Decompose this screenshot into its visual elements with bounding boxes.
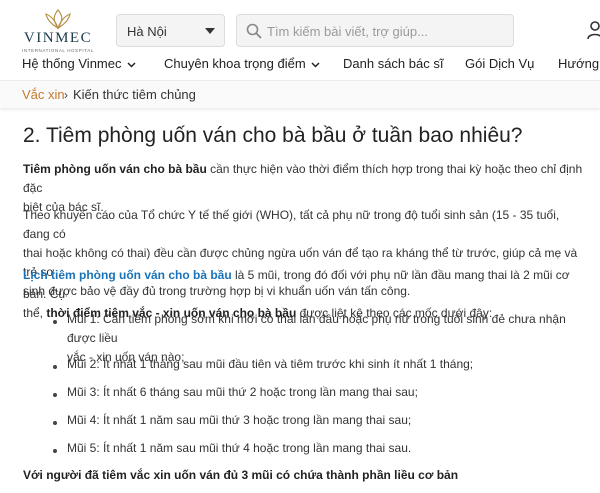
search-input[interactable] (267, 21, 507, 41)
logo-wordmark: VINMEC (23, 30, 93, 46)
list-item: Mũi 3: Ít nhất 6 tháng sau mũi thứ 2 hoặ… (67, 383, 583, 402)
nav-item-goi-dich-vu[interactable]: Gói Dịch Vụ (465, 56, 534, 71)
chevron-down-icon (311, 62, 320, 68)
nav-item-he-thong-vinmec[interactable]: Hệ thống Vinmec (22, 56, 136, 71)
section-heading: 2. Tiêm phòng uốn ván cho bà bầu ở tuần … (23, 124, 523, 147)
caret-down-icon (205, 28, 215, 34)
nav-item-label: Gói Dịch Vụ (465, 56, 535, 71)
bullet-dot (53, 393, 57, 397)
breadcrumb: Vắc xin › Kiến thức tiêm chủng (0, 80, 600, 108)
list-item-text: Mũi 2: Ít nhất 1 tháng sau mũi đầu tiên … (67, 357, 474, 371)
vinmec-logo[interactable]: VINMEC INTERNATIONAL HOSPITAL (18, 8, 98, 54)
list-item-text: Mũi 1: Cần tiêm phòng sớm khi mới có tha… (67, 312, 566, 345)
chevron-down-icon (126, 62, 136, 68)
breadcrumb-current: Kiến thức tiêm chủng (73, 87, 196, 102)
site-header: VINMEC INTERNATIONAL HOSPITAL Hà Nội Hệ … (0, 0, 600, 80)
search-icon[interactable] (246, 23, 262, 39)
nav-item-huong-dan[interactable]: Hướng (558, 56, 599, 71)
list-item: Mũi 4: Ít nhất 1 năm sau mũi thứ 3 hoặc … (67, 411, 583, 430)
bullet-dot (53, 421, 57, 425)
bullet-dot (53, 449, 57, 453)
nav-item-label: Hệ thống Vinmec (22, 56, 122, 71)
nav-item-label: Danh sách bác sĩ (343, 56, 444, 71)
main-nav: Hệ thống Vinmec Chuyên khoa trọng điểm D… (0, 52, 600, 78)
bullet-dot (53, 320, 57, 324)
nav-item-label: Hướng (558, 56, 600, 71)
search-box (236, 14, 514, 47)
paragraph-text: thể, (23, 306, 47, 320)
paragraph-text: Theo khuyến cáo của Tổ chức Y tế thế giớ… (23, 208, 560, 241)
list-item-text: Mũi 4: Ít nhất 1 năm sau mũi thứ 3 hoặc … (67, 413, 412, 427)
city-select[interactable]: Hà Nội (116, 14, 225, 47)
subheading-bold: Với người đã tiêm vắc xin uốn ván đủ 3 m… (23, 468, 459, 482)
bullet-dot (53, 365, 57, 369)
city-value: Hà Nội (127, 24, 167, 39)
nav-item-chuyen-khoa[interactable]: Chuyên khoa trọng điểm (164, 56, 320, 71)
list-item-text: Mũi 5: Ít nhất 1 năm sau mũi thứ 4 hoặc … (67, 441, 412, 455)
list-item-text: Mũi 3: Ít nhất 6 tháng sau mũi thứ 2 hoặ… (67, 385, 418, 399)
nav-item-label: Chuyên khoa trọng điểm (164, 56, 306, 71)
bold-phrase: Tiêm phòng uốn ván cho bà bầu (23, 162, 207, 176)
list-item: Mũi 2: Ít nhất 1 tháng sau mũi đầu tiên … (67, 355, 583, 374)
user-icon[interactable] (586, 20, 600, 40)
breadcrumb-link-vac-xin[interactable]: Vắc xin (22, 87, 65, 102)
list-item: Mũi 5: Ít nhất 1 năm sau mũi thứ 4 hoặc … (67, 439, 583, 458)
vaccine-schedule-link[interactable]: Lịch tiêm phòng uốn ván cho bà bầu (23, 268, 232, 282)
breadcrumb-separator: › (64, 88, 68, 102)
logo-emblem-icon (45, 9, 71, 30)
nav-item-danh-sach-bac-si[interactable]: Danh sách bác sĩ (343, 56, 443, 71)
